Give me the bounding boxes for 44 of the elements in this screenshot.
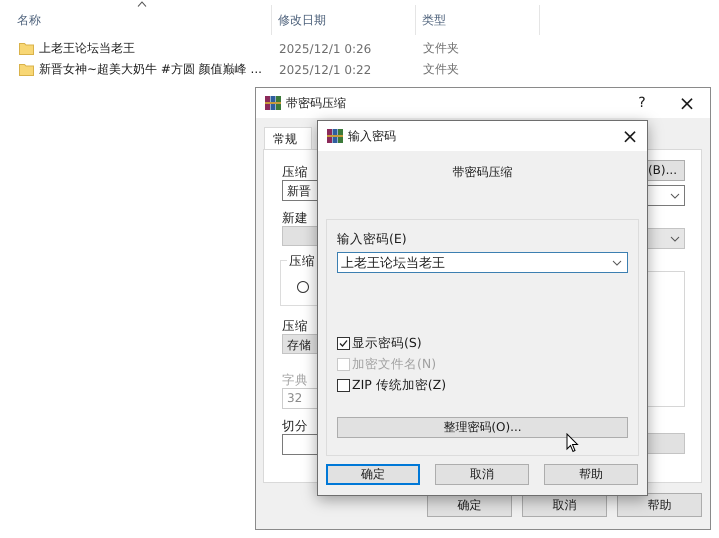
field-label: 切分: [282, 418, 309, 434]
chevron-down-icon: [670, 192, 680, 198]
file-name[interactable]: 新晋女神~超美大奶牛 #方圆 颜值巅峰 ...: [39, 61, 262, 78]
checkbox[interactable]: [337, 378, 350, 392]
tab[interactable]: 常规: [264, 127, 312, 149]
close-button[interactable]: ×: [672, 93, 702, 113]
help-button[interactable]: ?: [630, 95, 654, 111]
books-icon: [327, 128, 343, 144]
field-label: 压缩: [282, 164, 309, 180]
checkbox-label[interactable]: 显示密码(S): [352, 334, 422, 352]
dropdown[interactable]: [645, 185, 685, 206]
password-field[interactable]: 上老王论坛当老王: [337, 252, 628, 273]
modified-date: 2025/12/1 0:22: [279, 62, 372, 76]
checkbox-label[interactable]: ZIP 传统加密(Z): [352, 376, 446, 394]
field-label: 压缩: [282, 318, 309, 334]
password-text: 上老王论坛当老王: [341, 254, 445, 272]
file-name[interactable]: 上老王论坛当老王: [39, 40, 135, 57]
close-button[interactable]: ×: [615, 126, 645, 146]
window-title: 输入密码: [348, 128, 397, 144]
organize-button[interactable]: 整理密码(O)...: [337, 417, 628, 438]
field-label: 新建: [282, 210, 309, 226]
mouse-pointer-icon: [566, 433, 579, 453]
books-icon: [265, 95, 281, 111]
folder-icon: [19, 42, 34, 55]
dialog-button[interactable]: 帮助: [617, 493, 702, 517]
dialog-button[interactable]: 取消: [435, 464, 529, 485]
file-type: 文件夹: [423, 61, 459, 78]
column-header[interactable]: 名称: [0, 5, 272, 35]
field-label: 字典: [282, 372, 309, 388]
dialog-button[interactable]: 帮助: [544, 464, 638, 485]
modified-date: 2025/12/1 0:26: [279, 42, 372, 56]
chevron-down-icon: [670, 236, 680, 242]
window-title: 带密码压缩: [286, 94, 347, 112]
column-header[interactable]: 类型: [416, 5, 540, 35]
dialog-heading: 带密码压缩: [452, 164, 514, 181]
dialog-button[interactable]: 确定: [326, 464, 420, 485]
file-type: 文件夹: [423, 40, 459, 57]
chevron-down-icon: [612, 260, 622, 266]
column-header[interactable]: 修改日期: [272, 5, 416, 35]
browse-button[interactable]: (B)...: [645, 160, 685, 181]
folder-icon: [19, 63, 34, 76]
checkbox[interactable]: [337, 336, 350, 350]
radio-button[interactable]: [297, 281, 309, 293]
field-label: 输入密码(E): [337, 231, 408, 248]
